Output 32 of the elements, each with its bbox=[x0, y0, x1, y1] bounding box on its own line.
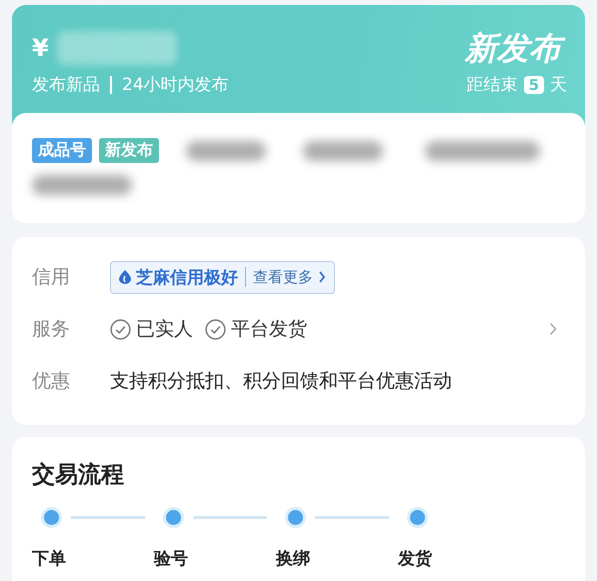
promo-text: 支持积分抵扣、积分回馈和平台优惠活动 bbox=[110, 369, 452, 394]
product-tag: 成品号 bbox=[32, 138, 92, 163]
banner-title: 新发布 bbox=[463, 26, 567, 70]
countdown-days: 5 bbox=[524, 76, 544, 94]
step-dot bbox=[44, 510, 59, 525]
step-dot bbox=[288, 510, 303, 525]
step-dot bbox=[410, 510, 425, 525]
row-label: 优惠 bbox=[32, 369, 71, 394]
row-label: 服务 bbox=[32, 317, 71, 342]
currency-symbol: ¥ bbox=[32, 34, 49, 62]
countdown-unit: 天 bbox=[550, 74, 567, 96]
step-label: 发货 bbox=[398, 548, 433, 570]
step-label: 验号 bbox=[154, 548, 189, 570]
product-tag: 新发布 bbox=[99, 138, 159, 163]
chevron-right-icon[interactable] bbox=[549, 322, 557, 336]
subtitle-text: 24小时内发布 bbox=[122, 74, 229, 96]
credit-rating: 芝麻信用极好 bbox=[136, 266, 238, 288]
drop-icon bbox=[119, 270, 131, 284]
step-dot bbox=[166, 510, 181, 525]
service-item: 平台发货 bbox=[231, 317, 307, 342]
section-title: 交易流程 bbox=[32, 461, 125, 490]
row-label: 信用 bbox=[32, 265, 71, 290]
service-item: 已实人 bbox=[136, 317, 193, 342]
countdown-label: 距结束 bbox=[466, 74, 518, 96]
step-label: 换绑 bbox=[276, 548, 311, 570]
step-label: 下单 bbox=[32, 548, 67, 570]
check-circle-icon bbox=[205, 318, 226, 340]
chevron-right-icon bbox=[318, 271, 326, 283]
view-more-link[interactable]: 查看更多 bbox=[253, 268, 313, 286]
check-circle-icon bbox=[110, 318, 131, 340]
subtitle-text: 发布新品 bbox=[32, 74, 100, 96]
credit-badge[interactable]: 芝麻信用极好 查看更多 bbox=[110, 260, 335, 294]
